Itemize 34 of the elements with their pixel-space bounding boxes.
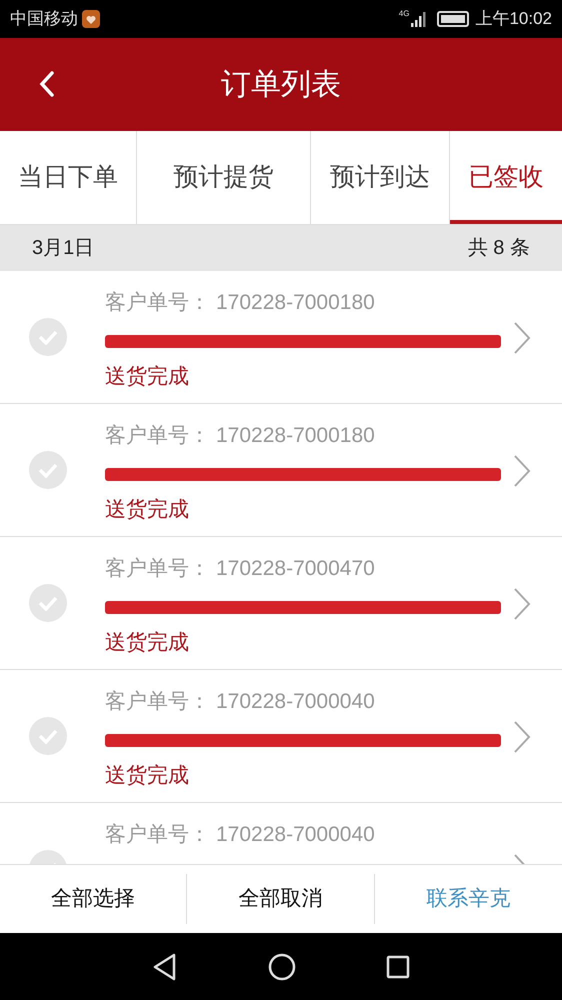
app-notification-icon [82, 10, 100, 28]
home-icon[interactable] [268, 952, 296, 980]
page-title: 订单列表 [221, 67, 341, 103]
tab[interactable]: 预计到达 [311, 131, 450, 224]
battery-icon [437, 11, 470, 27]
clock: 上午10:02 [475, 8, 552, 30]
order-number-label: 客户单号： [105, 822, 210, 848]
order-number: 170228-7000040 [216, 689, 375, 715]
delivery-status: 送货完成 [105, 763, 189, 789]
order-number: 170228-7000180 [216, 423, 375, 449]
order-count: 共 8 条 [468, 236, 530, 261]
order-number-label: 客户单号： [105, 689, 210, 715]
back-icon[interactable] [152, 952, 178, 980]
action-button[interactable]: 全部选择 [0, 874, 188, 924]
network-type: 4G [398, 10, 410, 18]
signal-icon [411, 11, 428, 27]
order-number-label: 客户单号： [105, 423, 210, 449]
delivery-status: 送货完成 [105, 364, 189, 390]
tab[interactable]: 已签收 [450, 131, 562, 224]
order-number-label: 客户单号： [105, 556, 210, 582]
recent-apps-icon[interactable] [386, 954, 410, 978]
order-number-label: 客户单号： [105, 290, 210, 316]
tab[interactable]: 预计提货 [137, 131, 311, 224]
action-button[interactable]: 全部取消 [187, 874, 375, 924]
carrier-name: 中国移动 [10, 8, 78, 30]
chevron-left-icon[interactable] [39, 70, 55, 98]
order-number: 170228-7000040 [216, 822, 375, 848]
date-label: 3月1日 [32, 236, 94, 261]
tab[interactable]: 当日下单 [0, 131, 137, 224]
delivery-status: 送货完成 [105, 630, 189, 656]
delivery-status: 送货完成 [105, 497, 189, 523]
order-number: 170228-7000180 [216, 290, 375, 316]
contact-link[interactable]: 联系辛克 [374, 874, 562, 924]
order-number: 170228-7000470 [216, 556, 375, 582]
